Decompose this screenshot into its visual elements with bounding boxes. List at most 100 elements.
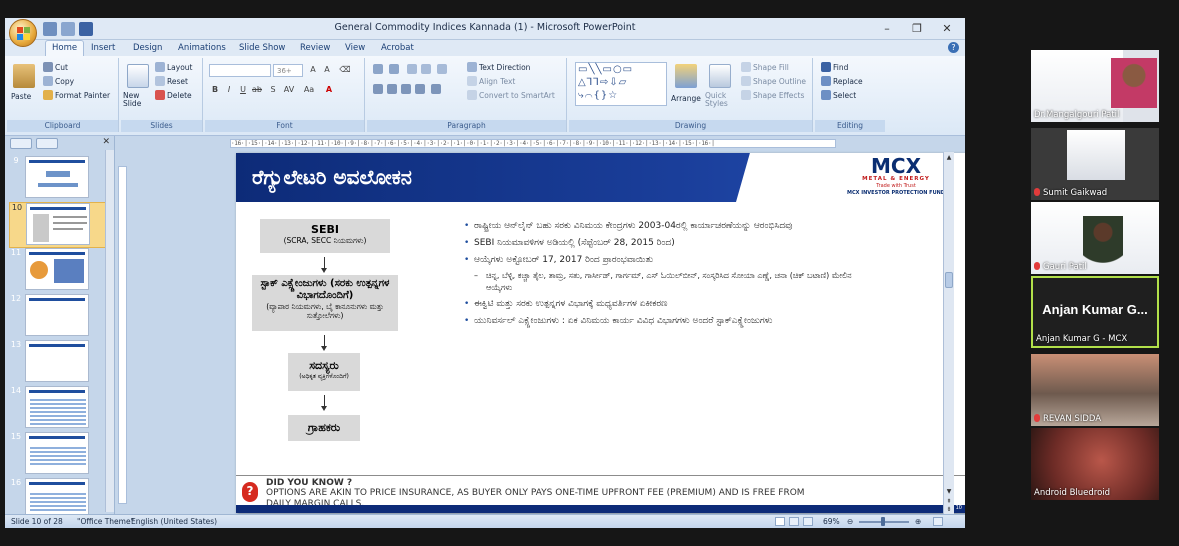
previous-slide-icon[interactable]: ⇞ (945, 498, 953, 505)
slide-thumbnail[interactable]: 15 (9, 432, 109, 478)
slide-thumbnail[interactable]: 9 (9, 156, 109, 202)
grow-font-button[interactable]: A (307, 64, 319, 76)
minimize-button[interactable]: – (873, 20, 901, 37)
shape-outline-button[interactable]: Shape Outline (741, 76, 806, 86)
change-case-button[interactable]: Aa (303, 84, 315, 96)
participant-tile[interactable]: REVAN SIDDA (1031, 354, 1159, 426)
new-slide-icon[interactable] (127, 64, 149, 88)
shape-effects-button[interactable]: Shape Effects (741, 90, 804, 100)
decrease-indent-icon[interactable] (407, 64, 417, 74)
font-name-combo[interactable] (209, 64, 271, 77)
scroll-up-icon[interactable]: ▲ (945, 154, 953, 161)
help-icon[interactable]: ? (948, 42, 959, 53)
clear-format-icon[interactable]: ⌫ (339, 64, 351, 76)
language-indicator[interactable]: English (United States) (131, 517, 217, 526)
tab-insert[interactable]: Insert (85, 41, 121, 55)
close-button[interactable]: ✕ (933, 20, 961, 37)
slide-thumbnail-selected[interactable]: 10 (9, 202, 109, 248)
slide-thumbnail[interactable]: 14 (9, 386, 109, 432)
participant-tile[interactable]: Sumit Gaikwad (1031, 128, 1159, 200)
justify-icon[interactable] (415, 84, 425, 94)
columns-icon[interactable] (431, 84, 441, 94)
align-center-icon[interactable] (387, 84, 397, 94)
current-slide[interactable]: ರೆಗ್ಯುಲೇಟರಿ ಅವಲೋಕನ MCX METAL & ENERGY Tr… (236, 153, 965, 513)
scroll-down-icon[interactable]: ▼ (945, 488, 953, 495)
zoom-out-icon[interactable]: ⊖ (847, 517, 853, 526)
shapes-gallery[interactable]: ▭╲╲▭○▭ △⅂⅂⇨⇩▱ ⤷⌒{}☆ (575, 62, 667, 106)
tab-review[interactable]: Review (294, 41, 336, 55)
flow-box-members[interactable]: ಸದಸ್ಯರು (ಅಧಿಕೃತ ವ್ಯಕ್ತಿಗಳೊಂದಿಗೆ) (288, 353, 360, 391)
align-right-icon[interactable] (401, 84, 411, 94)
flow-box-exchanges[interactable]: ಸ್ಟಾಕ್ ಎಕ್ಸ್ಚೇಂಜುಗಳು (ಸರಕು ಉತ್ಪನ್ನಗಳ ವಿಭ… (252, 275, 398, 331)
spacing-button[interactable]: AV (283, 84, 295, 96)
bullets-icon[interactable] (373, 64, 383, 74)
reset-button[interactable]: Reset (155, 76, 188, 86)
convert-smartart-button[interactable]: Convert to SmartArt (467, 90, 555, 100)
italic-button[interactable]: I (223, 84, 235, 96)
new-slide-button[interactable]: New Slide (123, 92, 151, 108)
zoom-in-icon[interactable]: ⊕ (915, 517, 921, 526)
slide-thumbnail[interactable]: 12 (9, 294, 109, 340)
next-slide-icon[interactable]: ⇟ (945, 506, 953, 513)
tab-slide-show[interactable]: Slide Show (233, 41, 291, 55)
tab-animations[interactable]: Animations (172, 41, 232, 55)
paste-icon[interactable] (13, 64, 35, 88)
numbering-icon[interactable] (389, 64, 399, 74)
scroll-thumb[interactable] (945, 272, 953, 288)
cut-button[interactable]: Cut (43, 62, 68, 72)
normal-view-icon[interactable] (775, 517, 785, 526)
restore-button[interactable]: ❐ (903, 20, 931, 37)
sorter-view-icon[interactable] (789, 517, 799, 526)
strikethrough-button[interactable]: ab (251, 84, 263, 96)
outline-tab[interactable] (36, 138, 58, 149)
format-painter-button[interactable]: Format Painter (43, 90, 110, 100)
delete-button[interactable]: Delete (155, 90, 192, 100)
flow-box-sebi[interactable]: SEBI (SCRA, SECC ನಿಯಮಗಳು) (260, 219, 390, 253)
slide-title[interactable]: ರೆಗ್ಯುಲೇಟರಿ ಅವಲೋಕನ (252, 165, 412, 189)
bullet-list[interactable]: ರಾಷ್ಟ್ರೀಯ ಆನ್‌ಲೈನ್ ಬಹು ಸರಕು ವಿನಿಮಯ ಕೇಂದ್… (464, 219, 860, 331)
text-direction-button[interactable]: Text Direction (467, 62, 530, 72)
replace-button[interactable]: Replace (821, 76, 863, 86)
font-size-combo[interactable]: 36+ (273, 64, 303, 77)
slides-tab[interactable] (10, 138, 32, 149)
slide-thumbnail[interactable]: 11 (9, 248, 109, 294)
arrange-button[interactable]: Arrange (671, 94, 701, 103)
paste-button[interactable]: Paste (11, 92, 31, 101)
shadow-button[interactable]: S (267, 84, 279, 96)
theme-name[interactable]: "Office Theme" (77, 517, 134, 526)
tab-acrobat[interactable]: Acrobat (375, 41, 420, 55)
vertical-scrollbar[interactable]: ▲ ▼ ⇞ ⇟ (943, 152, 954, 514)
select-button[interactable]: Select (821, 90, 856, 100)
participant-tile[interactable]: Dr.Mangalgouri Patil (1031, 50, 1159, 122)
font-color-button[interactable]: A (323, 84, 335, 96)
layout-button[interactable]: Layout (155, 62, 193, 72)
zoom-slider-knob[interactable] (881, 517, 885, 526)
pane-close-icon[interactable]: ✕ (102, 137, 110, 147)
shape-fill-button[interactable]: Shape Fill (741, 62, 789, 72)
find-button[interactable]: Find (821, 62, 848, 72)
shrink-font-button[interactable]: A (321, 64, 333, 76)
align-left-icon[interactable] (373, 84, 383, 94)
line-spacing-icon[interactable] (437, 64, 447, 74)
participant-tile[interactable]: Gauri Patil (1031, 202, 1159, 274)
active-speaker-tile[interactable]: Anjan Kumar G... Anjan Kumar G - MCX (1031, 276, 1159, 348)
align-text-button[interactable]: Align Text (467, 76, 515, 86)
participant-tile[interactable]: Android Bluedroid (1031, 428, 1159, 500)
slide-thumbnail[interactable]: 13 (9, 340, 109, 386)
zoom-level[interactable]: 69% (823, 517, 840, 526)
flow-box-clients[interactable]: ಗ್ರಾಹಕರು (288, 415, 360, 441)
tab-view[interactable]: View (339, 41, 371, 55)
quick-styles-button[interactable]: Quick Styles (705, 92, 735, 108)
tab-home[interactable]: Home (45, 40, 85, 57)
increase-indent-icon[interactable] (421, 64, 431, 74)
bold-button[interactable]: B (209, 84, 221, 96)
copy-button[interactable]: Copy (43, 76, 74, 86)
fit-to-window-icon[interactable] (933, 517, 943, 526)
quick-styles-icon[interactable] (709, 64, 731, 88)
underline-button[interactable]: U (237, 84, 249, 96)
slideshow-view-icon[interactable] (803, 517, 813, 526)
slides-pane-scrollbar[interactable] (105, 150, 114, 512)
office-button[interactable] (9, 19, 37, 47)
tab-design[interactable]: Design (127, 41, 168, 55)
arrange-icon[interactable] (675, 64, 697, 88)
